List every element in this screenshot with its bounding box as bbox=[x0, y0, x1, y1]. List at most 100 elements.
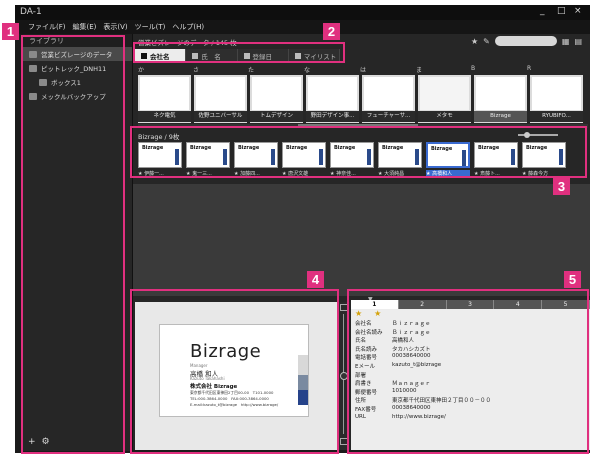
detail-value[interactable]: タカハシカズト bbox=[392, 345, 590, 354]
front-side-icon[interactable] bbox=[340, 304, 348, 311]
sidebar-item-box1[interactable]: ボックス1 bbox=[23, 75, 132, 89]
scroll-thumb[interactable] bbox=[298, 124, 418, 128]
list-icon bbox=[294, 52, 301, 59]
zoom-slider-knob[interactable] bbox=[524, 132, 530, 138]
sidebar-item-label: メックルバックアップ bbox=[41, 93, 106, 101]
menu-view[interactable]: 表示(V) bbox=[103, 22, 127, 32]
group-card[interactable]: Bizrage ★ 加藤四... bbox=[234, 142, 278, 180]
tab-name[interactable]: 氏 名 bbox=[186, 49, 238, 62]
card-logo: Bizrage bbox=[238, 145, 260, 151]
card-thumbnail: Bizrage bbox=[186, 142, 230, 168]
menu-edit[interactable]: 編集(E) bbox=[73, 22, 97, 32]
details-tab-5[interactable]: 5 bbox=[542, 300, 590, 309]
star-icon[interactable]: ★ bbox=[355, 309, 362, 319]
card-stripe bbox=[462, 150, 466, 166]
company-card[interactable]: フューチャーサ... bbox=[362, 75, 415, 123]
library-header: ライブラリ bbox=[23, 34, 132, 47]
sort-tabs: 会社名 氏 名 登録日 マイリスト bbox=[135, 49, 340, 62]
detail-value[interactable]: 00038640000 bbox=[392, 353, 590, 362]
group-card[interactable]: Bizrage ★ 藤森今方 bbox=[522, 142, 566, 180]
tab-mylist[interactable]: マイリスト bbox=[289, 49, 340, 62]
group-card[interactable]: Bizrage ★ 大須純昌 bbox=[378, 142, 422, 180]
group-card[interactable]: Bizrage ★ 神奈佳... bbox=[330, 142, 374, 180]
menu-help[interactable]: ヘルプ(H) bbox=[172, 22, 204, 32]
sidebar-item-backup[interactable]: メックルバックアップ bbox=[23, 89, 132, 103]
detail-value[interactable]: 高橋和人 bbox=[392, 336, 590, 345]
menu-tools[interactable]: ツール(T) bbox=[135, 22, 166, 32]
detail-value[interactable]: Ｍａｎａｇｅｒ bbox=[392, 379, 590, 388]
detail-value[interactable]: Ｂｉｚｒａｇｅ bbox=[392, 319, 590, 328]
toolbar: ★ ✎ ▦ ▤ bbox=[471, 36, 582, 46]
detail-key: 会社名読み bbox=[355, 329, 383, 336]
card-label: ★ 高橋和人 bbox=[426, 170, 470, 177]
tab-date[interactable]: 登録日 bbox=[238, 49, 289, 62]
group-card[interactable]: Bizrage ★ 伊藤一... bbox=[138, 142, 182, 180]
company-card[interactable]: 野田デザイン事... bbox=[306, 75, 359, 123]
card-logo: Bizrage bbox=[190, 145, 212, 151]
details-tab-3[interactable]: 3 bbox=[446, 300, 495, 309]
card-logo: Bizrage bbox=[286, 145, 308, 151]
main-bottom-border bbox=[133, 450, 590, 453]
detail-value[interactable]: Ｂｉｚｒａｇｅ bbox=[392, 328, 590, 337]
group-card[interactable]: Bizrage ★ 唐沢文雄 bbox=[282, 142, 326, 180]
zoom-slider[interactable] bbox=[518, 132, 558, 138]
company-card-selected[interactable]: Bizrage bbox=[474, 75, 527, 123]
horizontal-scrollbar[interactable] bbox=[138, 124, 588, 128]
detail-value[interactable]: 1010000 bbox=[392, 388, 590, 397]
sidebar-item-sales-data[interactable]: 営業ビズレージのデータ bbox=[23, 47, 132, 61]
add-icon[interactable]: + bbox=[28, 437, 36, 447]
detail-value[interactable] bbox=[392, 371, 590, 380]
star-icon[interactable]: ★ bbox=[374, 309, 381, 319]
details-tab-1[interactable]: 1 bbox=[351, 300, 399, 309]
sidebar-item-pitlec[interactable]: ピットレック_DNH11 bbox=[23, 61, 132, 75]
group-card-selected[interactable]: Bizrage ★ 高橋和人 bbox=[426, 142, 470, 180]
gear-icon[interactable]: ⚙ bbox=[42, 437, 50, 447]
tab-company[interactable]: 会社名 bbox=[135, 49, 187, 62]
company-card[interactable]: 佐野ユニバーサル bbox=[194, 75, 247, 123]
card-logo: Bizrage bbox=[382, 145, 404, 151]
breadcrumb: 営業ビズレージのデータ / 145 枚 bbox=[138, 39, 237, 47]
details-tab-4[interactable]: 4 bbox=[494, 300, 543, 309]
company-card[interactable]: メタモ bbox=[418, 75, 471, 123]
star-icon[interactable]: ★ bbox=[471, 37, 478, 46]
person-icon bbox=[192, 52, 199, 59]
company-card[interactable]: トムデザイン bbox=[250, 75, 303, 123]
close-button[interactable]: × bbox=[574, 6, 582, 16]
card-preview: Bizrage Manager 高橋 和人 Kazuto Takahashi 株… bbox=[135, 302, 338, 450]
detail-value[interactable]: 00038640000 bbox=[392, 405, 590, 414]
tag-icon[interactable]: ✎ bbox=[483, 37, 490, 46]
search-input[interactable] bbox=[494, 36, 557, 46]
card-logo: Bizrage bbox=[526, 145, 548, 151]
zoom-knob[interactable] bbox=[340, 372, 348, 380]
list-view-icon[interactable]: ▤ bbox=[574, 37, 582, 46]
maximize-button[interactable]: □ bbox=[557, 6, 566, 16]
card-stripe bbox=[271, 149, 275, 165]
index-letter: は bbox=[360, 67, 367, 74]
card-stripe bbox=[223, 149, 227, 165]
detail-value[interactable]: 東京都千代田区東神田２丁目００－００ bbox=[392, 396, 590, 405]
box-icon bbox=[39, 78, 47, 86]
group-card[interactable]: Bizrage ★ 鬼一三... bbox=[186, 142, 230, 180]
company-card[interactable]: ネク電気 bbox=[138, 75, 191, 123]
index-letter: R bbox=[527, 65, 532, 72]
detail-value[interactable]: http://www.bizrage/ bbox=[392, 414, 590, 423]
detail-key: 郵便番号 bbox=[355, 389, 378, 396]
index-letter: か bbox=[138, 67, 145, 74]
tab-label: 氏 名 bbox=[201, 52, 221, 61]
card-name-roman: Kazuto Takahashi bbox=[190, 376, 225, 381]
details-tab-2[interactable]: 2 bbox=[398, 300, 447, 309]
card-company: 株式会社 Bizrage bbox=[190, 384, 238, 390]
group-card[interactable]: Bizrage ★ 斎藤ト... bbox=[474, 142, 518, 180]
grid-view-icon[interactable]: ▦ bbox=[562, 37, 570, 46]
menu-file[interactable]: ファイル(F) bbox=[28, 22, 66, 32]
annotation-badge-1: 1 bbox=[2, 23, 19, 40]
detail-value[interactable]: kazuto_t@bizrage bbox=[392, 362, 590, 371]
card-thumbnail: Bizrage bbox=[522, 142, 566, 168]
card-label: メタモ bbox=[418, 111, 471, 122]
company-card[interactable]: RYUBIFO... bbox=[530, 75, 583, 123]
card-label: ★ 鬼一三... bbox=[186, 171, 212, 177]
minimize-button[interactable]: _ bbox=[540, 6, 545, 16]
back-side-icon[interactable] bbox=[340, 438, 348, 445]
detail-key: 氏名読み bbox=[355, 346, 378, 353]
card-label: 野田デザイン事... bbox=[306, 111, 359, 122]
